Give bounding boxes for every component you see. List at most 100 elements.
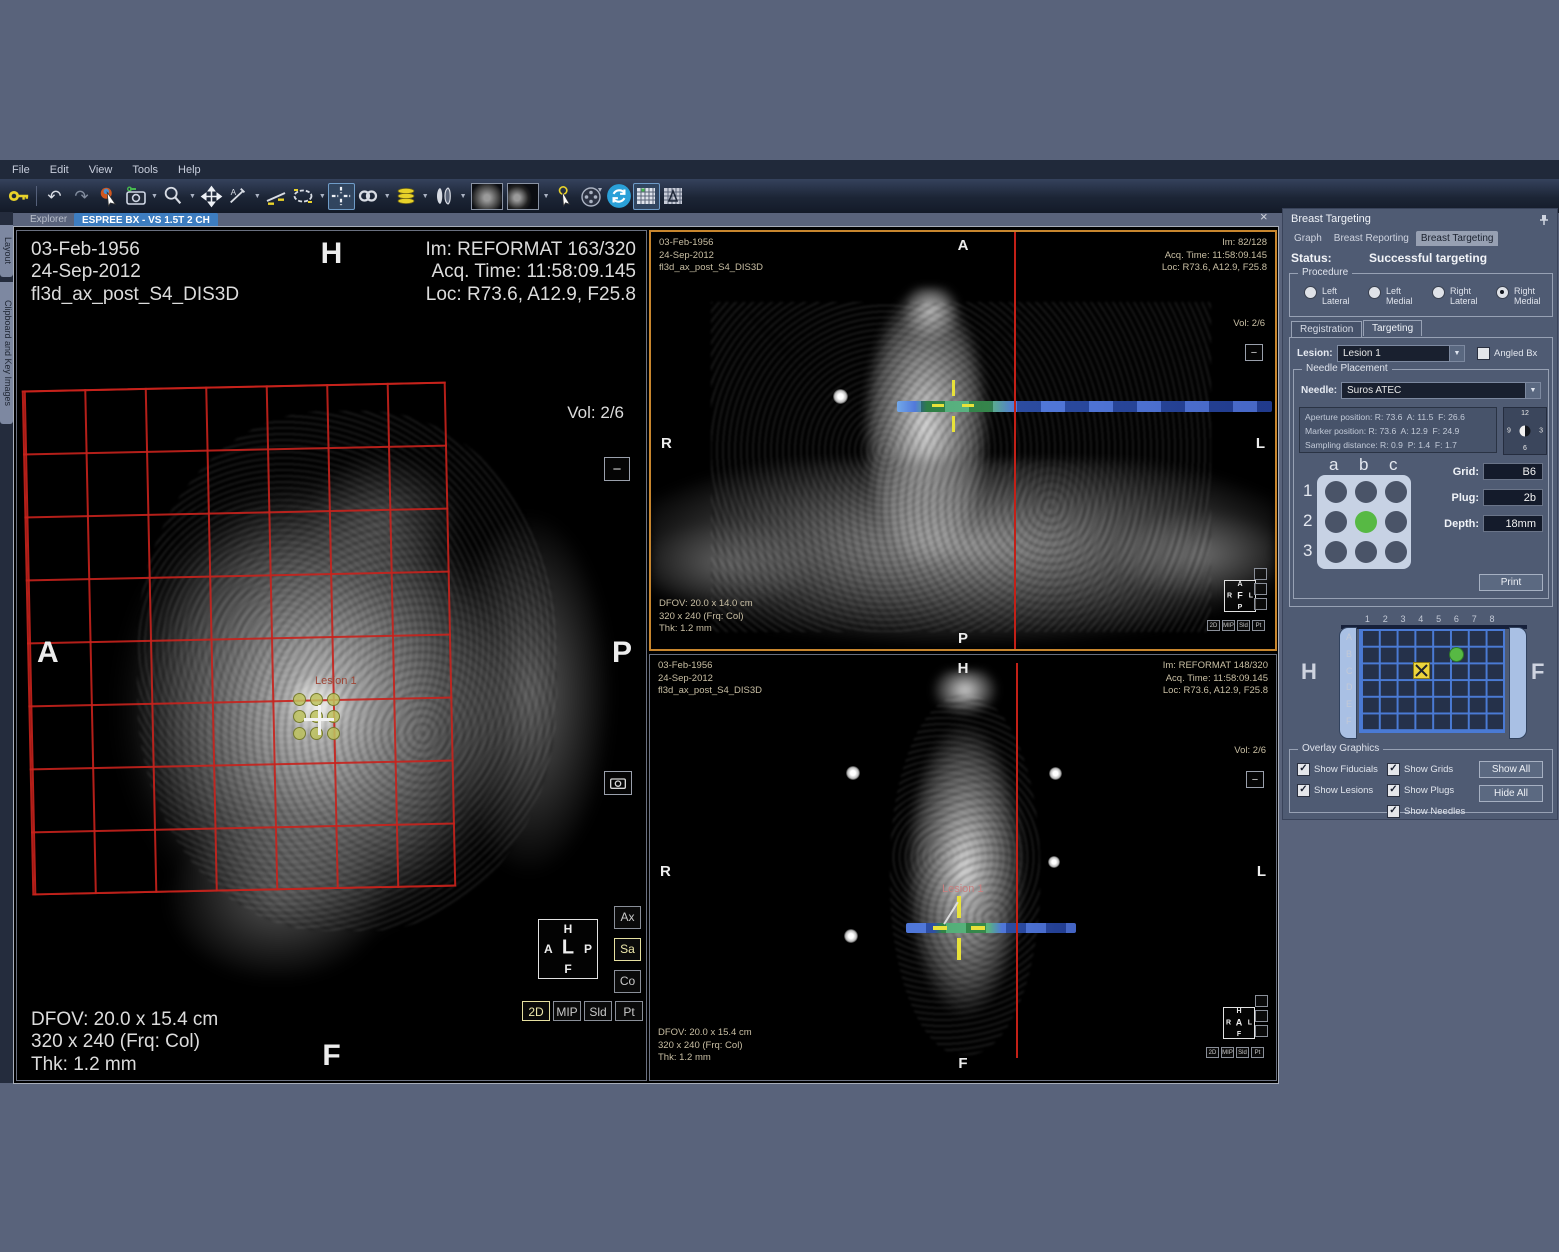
tab-targeting[interactable]: Targeting <box>1363 320 1422 336</box>
chevron-down-icon: ▼ <box>1449 346 1464 361</box>
diagram-col-label: 8 <box>1490 614 1495 624</box>
plug-cell-c2[interactable] <box>1385 511 1407 533</box>
ellipse-dropdown-caret[interactable]: ▼ <box>319 193 326 200</box>
plug-cell-a2[interactable] <box>1325 511 1347 533</box>
show-all-button[interactable]: Show All <box>1479 761 1543 778</box>
plug-cell-c1[interactable] <box>1385 481 1407 503</box>
grid-plate-right-bracket <box>1509 627 1527 739</box>
plug-cell-b2[interactable] <box>1355 511 1377 533</box>
grid-overlay-icon[interactable] <box>633 183 660 210</box>
checkbox-show-fiducials[interactable]: ✓Show Fiducials <box>1297 763 1378 776</box>
cine-icon[interactable] <box>579 183 606 210</box>
ellipse-roi-icon[interactable] <box>290 183 317 210</box>
angled-bx-checkbox[interactable]: Angled Bx <box>1477 347 1537 360</box>
mini-plane-button[interactable] <box>1255 995 1268 1007</box>
sync-icon[interactable] <box>606 183 633 210</box>
zoom-icon[interactable] <box>160 183 187 210</box>
sagittal-viewport[interactable]: Lesion 1 03-Feb-195624-Sep-2012fl3d_ax_p… <box>16 230 647 1081</box>
print-button[interactable]: Print <box>1479 574 1543 591</box>
procedure-radio-left-lateral[interactable]: LeftLateral <box>1304 286 1350 307</box>
mode-button-sld[interactable]: Sld <box>584 1001 612 1021</box>
mode-button-pt[interactable]: Pt <box>615 1001 643 1021</box>
needle-path-overlay <box>897 401 1272 412</box>
side-tab-layout[interactable]: Layout <box>0 225 13 277</box>
panel-tab-breast-reporting[interactable]: Breast Reporting <box>1329 231 1414 246</box>
procedure-radio-right-lateral[interactable]: RightLateral <box>1432 286 1478 307</box>
checkbox-show-grids[interactable]: ✓Show Grids <box>1387 763 1453 776</box>
plug-cell-b3[interactable] <box>1355 541 1377 563</box>
layout-thumbnail-2-icon[interactable] <box>507 183 539 210</box>
hide-all-button[interactable]: Hide All <box>1479 785 1543 802</box>
crosshair-tool-icon[interactable] <box>328 183 355 210</box>
measure-icon[interactable] <box>263 183 290 210</box>
needle-position-info: Aperture position: R: 73.6 A: 11.5 F: 26… <box>1299 407 1497 453</box>
camera-capture-icon[interactable] <box>122 183 149 210</box>
plug-hole-projection <box>293 727 306 740</box>
plane-button-sa[interactable]: Sa <box>614 938 641 961</box>
tab-registration[interactable]: Registration <box>1291 321 1362 337</box>
lesion-dropdown[interactable]: Lesion 1▼ <box>1337 345 1465 362</box>
layout-dropdown-caret[interactable]: ▼ <box>543 193 550 200</box>
camera-dropdown-caret[interactable]: ▼ <box>151 193 158 200</box>
panel-tab-graph[interactable]: Graph <box>1289 231 1327 246</box>
orientation-left: R <box>661 435 672 452</box>
mini-plane-button[interactable] <box>1255 1025 1268 1037</box>
collapse-button[interactable]: − <box>604 457 630 481</box>
checkbox-show-plugs[interactable]: ✓Show Plugs <box>1387 784 1454 797</box>
redo-icon[interactable]: ↷ <box>68 183 95 210</box>
mini-plane-button[interactable] <box>1255 1010 1268 1022</box>
window-level-dropdown-caret[interactable]: ▼ <box>460 193 467 200</box>
menu-edit[interactable]: Edit <box>50 164 69 176</box>
menu-tools[interactable]: Tools <box>132 164 158 176</box>
axial-viewport[interactable]: 03-Feb-195624-Sep-2012fl3d_ax_post_S4_DI… <box>649 230 1277 651</box>
mini-plane-button[interactable] <box>1254 583 1267 595</box>
procedure-radio-right-medial[interactable]: RightMedial <box>1496 286 1541 307</box>
menu-view[interactable]: View <box>89 164 113 176</box>
plug-cell-a3[interactable] <box>1325 541 1347 563</box>
plug-cell-b1[interactable] <box>1355 481 1377 503</box>
stack-dropdown-caret[interactable]: ▼ <box>422 193 429 200</box>
lesion-value: Lesion 1 <box>1338 348 1449 359</box>
coronal-viewport[interactable]: Lesion 1 03-Feb-195624-Sep-2012fl3d_ax_p… <box>649 654 1277 1081</box>
menu-file[interactable]: File <box>12 164 30 176</box>
grid-annotate-icon[interactable] <box>660 183 687 210</box>
undo-icon[interactable]: ↶ <box>41 183 68 210</box>
checkbox-show-lesions[interactable]: ✓Show Lesions <box>1297 784 1373 797</box>
annotate-icon[interactable]: A <box>225 183 252 210</box>
key-icon[interactable] <box>5 183 32 210</box>
mode-button-mip[interactable]: MIP <box>553 1001 581 1021</box>
pointer-select-icon[interactable] <box>95 183 122 210</box>
link-dropdown-caret[interactable]: ▼ <box>384 193 391 200</box>
diagram-col-label: 5 <box>1436 614 1441 624</box>
window-level-icon[interactable] <box>431 183 458 210</box>
close-icon[interactable]: × <box>1260 210 1268 223</box>
plug-cell-c3[interactable] <box>1385 541 1407 563</box>
plane-button-ax[interactable]: Ax <box>614 906 641 929</box>
panel-tab-breast-targeting[interactable]: Breast Targeting <box>1416 231 1499 246</box>
stack-scroll-icon[interactable] <box>393 183 420 210</box>
mini-plane-button[interactable] <box>1254 568 1267 580</box>
collapse-button[interactable]: − <box>1245 344 1263 361</box>
link-series-icon[interactable] <box>355 183 382 210</box>
plane-button-co[interactable]: Co <box>614 970 641 993</box>
needle-dropdown[interactable]: Suros ATEC▼ <box>1341 382 1541 399</box>
plug-cell-a1[interactable] <box>1325 481 1347 503</box>
lesion-label: Lesion 1 <box>942 883 984 895</box>
needle-rotation-clock[interactable]: 12 3 6 9 <box>1503 407 1547 455</box>
menu-help[interactable]: Help <box>178 164 201 176</box>
annotate-dropdown-caret[interactable]: ▼ <box>254 193 261 200</box>
layout-thumbnail-1-icon[interactable] <box>471 183 503 210</box>
mode-button-2d[interactable]: 2D <box>522 1001 550 1021</box>
side-tab-clipboard[interactable]: Clipboard and Key Images <box>0 282 13 424</box>
tab-explorer[interactable]: Explorer <box>30 214 67 225</box>
mini-plane-button[interactable] <box>1254 598 1267 610</box>
plug-col-label: a <box>1329 455 1338 475</box>
pan-icon[interactable] <box>198 183 225 210</box>
collapse-button[interactable]: − <box>1246 771 1264 788</box>
pointer-target-icon[interactable] <box>552 183 579 210</box>
checkbox-show-needles[interactable]: ✓Show Needles <box>1387 805 1465 818</box>
zoom-dropdown-caret[interactable]: ▼ <box>189 193 196 200</box>
pin-icon[interactable] <box>1539 213 1549 231</box>
procedure-radio-left-medial[interactable]: LeftMedial <box>1368 286 1413 307</box>
camera-button[interactable] <box>604 771 632 795</box>
